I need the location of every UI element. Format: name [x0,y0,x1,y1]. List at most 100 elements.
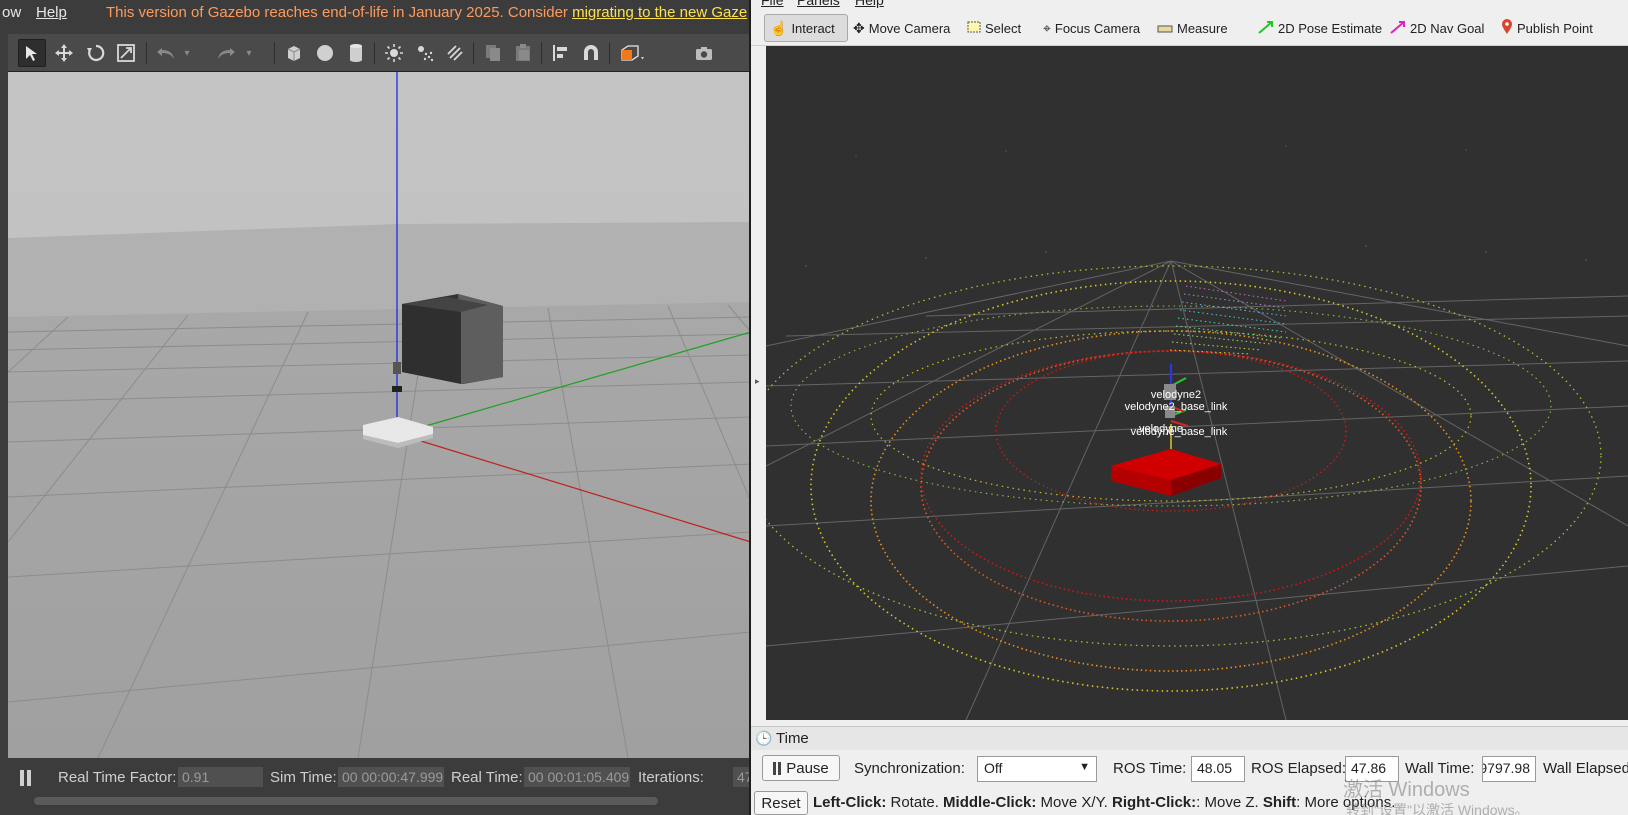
frame-label-velodyne-base-link: velodyne_base_link [1131,426,1228,438]
redo-dropdown-icon[interactable]: ▾ [242,39,256,67]
rviz-menu-file[interactable]: File [761,0,784,8]
select-tool-label: Select [985,20,1022,36]
undo-dropdown-icon[interactable]: ▾ [180,39,194,67]
interact-tool[interactable]: ☝ Interact [764,14,848,42]
windows-activation-watermark-sub: 转到"设置"以激活 Windows。 [1346,802,1529,815]
time-panel-header: 🕒 Time [751,726,1628,750]
sync-select[interactable]: Off ▼ [977,756,1097,782]
translate-mode-icon[interactable] [50,39,78,67]
wall-time-field[interactable]: 9797.98 [1482,756,1536,782]
frame-label-velodyne2-base-link: velodyne2_base_link [1125,401,1228,413]
pause-button-label: Pause [786,759,829,777]
pause-icon-bar [27,770,31,786]
time-panel-title: Time [776,730,809,747]
rviz-toolbar: ☝ Interact ✥ Move Camera Select ⌖ Focus Cam… [751,8,1628,46]
directional-light-icon[interactable] [441,39,469,67]
ros-elapsed-label: ROS Elapsed: [1251,760,1347,777]
point-light-icon[interactable] [380,39,408,67]
move-camera-label: Move Camera [868,20,951,36]
menu-window[interactable]: ow [2,4,21,21]
move-camera-tool[interactable]: ✥ Move Camera [848,14,955,42]
menu-help[interactable]: Help [36,4,67,21]
ros-time-label: ROS Time: [1113,760,1187,777]
move-arrows-icon: ✥ [853,19,865,36]
gazebo-horizontal-scrollbar[interactable] [34,797,658,805]
pause-bar-icon [778,761,782,775]
pose-estimate-tool[interactable]: 2D Pose Estimate [1253,14,1387,42]
rtf-value: 0.91 [178,767,263,787]
rviz-3d-viewport[interactable]: velodyne2 velodyne2_base_link velodyne v… [766,46,1628,720]
redo-icon[interactable] [212,39,240,67]
focus-camera-tool[interactable]: ⌖ Focus Camera [1038,14,1145,42]
align-icon[interactable] [547,39,575,67]
reset-button[interactable]: Reset [754,791,808,815]
sync-label: Synchronization: [854,760,965,777]
map-pin-icon [1501,18,1513,38]
focus-camera-label: Focus Camera [1054,20,1141,36]
publish-point-tool[interactable]: Publish Point [1496,14,1598,42]
spot-light-icon[interactable] [411,39,439,67]
gazebo-window: ow Help This version of Gazebo reaches e… [0,0,751,815]
help-value-rotate: Rotate. [886,794,944,811]
rviz-window: File Panels Help ☝ Interact ✥ Move Camera … [751,0,1628,815]
help-key-left-click: Left-Click: [813,794,887,811]
paste-icon[interactable] [509,39,537,67]
help-key-middle-click: Middle-Click: [943,794,1037,811]
gazebo-left-edge [0,26,8,815]
help-value-move-z: : Move Z. [1196,794,1263,811]
pause-button[interactable]: Pause [762,755,840,781]
eol-banner: This version of Gazebo reaches end-of-li… [106,4,747,21]
gazebo-toolbar: ▾ ▾ [8,34,751,72]
sim-time-label: Sim Time: [270,769,337,786]
pose-estimate-label: 2D Pose Estimate [1278,20,1383,36]
gazebo-menubar: ow Help This version of Gazebo reaches e… [0,0,751,26]
select-tool[interactable]: Select [962,14,1026,42]
windows-activation-watermark: 激活 Windows [1343,779,1470,801]
gazebo-3d-viewport[interactable] [8,72,751,758]
rviz-menu-panels[interactable]: Panels [797,0,840,8]
screenshot-camera-icon[interactable] [690,39,718,67]
green-arrow-icon [1258,20,1274,37]
nav-goal-tool[interactable]: 2D Nav Goal [1385,14,1489,42]
box-shape-icon[interactable] [280,39,308,67]
select-box-icon [967,20,981,36]
help-key-right-click: Right-Click: [1111,794,1197,811]
gazebo-statusbar: Real Time Factor: 0.91 Sim Time: 00 00:0… [8,758,751,798]
cylinder-shape-icon[interactable] [342,39,370,67]
migration-link[interactable]: migrating to the new Gaze [572,4,747,21]
pause-bar-icon [773,761,777,775]
iterations-label: Iterations: [638,769,704,786]
interact-tool-label: Interact [791,20,835,36]
chevron-down-icon: ▼ [1079,761,1090,773]
nav-goal-label: 2D Nav Goal [1410,20,1485,36]
magenta-arrow-icon [1390,20,1406,37]
sphere-shape-icon[interactable] [311,39,339,67]
help-value-move-xy: Move X/Y. [1036,794,1112,811]
sim-time-value: 00 00:00:47.999 [338,767,444,787]
ros-time-field[interactable]: 48.05 [1191,756,1245,782]
sync-select-value: Off [984,760,1003,776]
wall-elapsed-label: Wall Elapsed [1543,760,1628,777]
ruler-icon [1157,20,1173,36]
rviz-collapse-handle[interactable]: ▸ [751,46,766,720]
clock-icon: 🕒 [755,730,773,746]
select-mode-icon[interactable] [18,39,46,67]
copy-icon[interactable] [479,39,507,67]
mouse-help-text: Left-Click: Rotate. Middle-Click: Move X… [813,794,1395,811]
scale-mode-icon[interactable] [112,39,140,67]
rviz-menu-help[interactable]: Help [855,0,884,8]
measure-tool[interactable]: Measure [1152,14,1233,42]
rotate-mode-icon[interactable] [82,39,110,67]
real-time-value: 00 00:01:05.409 [524,767,630,787]
crosshair-icon: ⌖ [1043,19,1051,36]
view-angle-icon[interactable] [615,39,649,67]
undo-icon[interactable] [152,39,180,67]
snap-magnet-icon[interactable] [577,39,605,67]
time-panel-controls: Pause Synchronization: Off ▼ ROS Time: 4… [751,750,1628,786]
hand-pointer-icon: ☝ [770,19,788,36]
collapse-arrow-icon[interactable]: ▸ [755,376,760,387]
frame-label-velodyne2: velodyne2 [1151,389,1201,401]
eol-banner-text: This version of Gazebo reaches end-of-li… [106,4,573,21]
pause-icon[interactable] [20,770,24,786]
real-time-label: Real Time: [451,769,523,786]
